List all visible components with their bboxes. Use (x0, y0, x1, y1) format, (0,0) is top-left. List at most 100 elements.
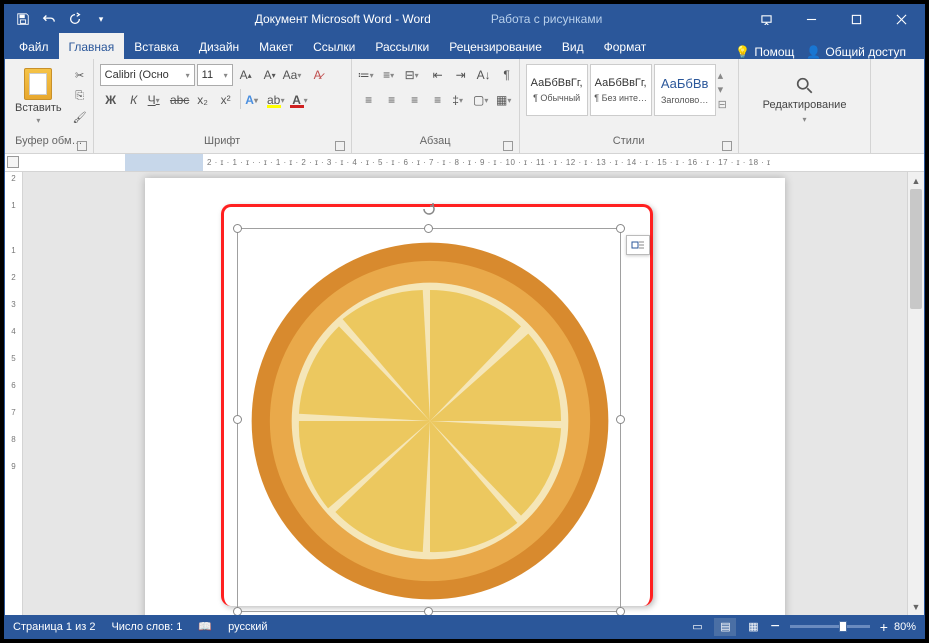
document-canvas[interactable] (23, 172, 907, 615)
page (145, 178, 785, 615)
zoom-slider[interactable] (790, 625, 870, 628)
sort-icon[interactable]: A↓ (473, 64, 495, 86)
handle-right[interactable] (616, 415, 625, 424)
share-button[interactable]: 👤Общий доступ (806, 45, 906, 59)
paste-button[interactable]: Вставить ▾ (9, 62, 68, 130)
minimize-icon[interactable] (789, 5, 834, 33)
cut-icon[interactable]: ✂ (71, 66, 89, 84)
person-icon: 👤 (806, 45, 821, 59)
document-title: Документ Microsoft Word - Word (255, 12, 431, 26)
tab-review[interactable]: Рецензирование (439, 33, 552, 59)
vertical-scrollbar[interactable]: ▲ ▼ (907, 172, 924, 615)
pilcrow-icon[interactable]: ¶ (496, 64, 518, 86)
tab-design[interactable]: Дизайн (189, 33, 249, 59)
picture-selection[interactable] (237, 228, 621, 612)
paragraph-dialog-icon[interactable] (503, 141, 513, 151)
window-controls (744, 5, 924, 33)
handle-left[interactable] (233, 415, 242, 424)
style-nospacing[interactable]: АаБбВвГг,¶ Без инте… (590, 64, 652, 116)
dedent-icon[interactable]: ⇤ (427, 64, 449, 86)
style-heading1[interactable]: АаБбВвЗаголово… (654, 64, 716, 116)
clear-format-icon[interactable]: A̷ (307, 64, 329, 86)
line-spacing-icon[interactable]: ‡▾ (450, 89, 472, 111)
redo-icon[interactable] (63, 7, 87, 31)
subscript-button[interactable]: x₂ (192, 89, 214, 111)
qat-more-icon[interactable]: ▾ (89, 7, 113, 31)
font-color-icon[interactable]: A▾ (290, 89, 312, 111)
handle-bottom-left[interactable] (233, 607, 242, 615)
scroll-thumb[interactable] (910, 189, 922, 309)
change-case-icon[interactable]: Aa▾ (283, 64, 305, 86)
layout-options-icon[interactable] (626, 235, 650, 255)
save-icon[interactable] (11, 7, 35, 31)
close-icon[interactable] (879, 5, 924, 33)
handle-top[interactable] (424, 224, 433, 233)
style-normal[interactable]: АаБбВвГг,¶ Обычный (526, 64, 588, 116)
tell-me-search[interactable]: 💡Помощ (735, 45, 794, 59)
find-button[interactable]: Редактирование ▾ (757, 66, 853, 134)
handle-bottom-right[interactable] (616, 607, 625, 615)
shrink-font-icon[interactable]: A▾ (259, 64, 281, 86)
web-layout-icon[interactable]: ▦ (742, 618, 764, 636)
tab-file[interactable]: Файл (9, 33, 59, 59)
language-indicator[interactable]: русский (228, 621, 267, 633)
shading-icon[interactable]: ▢▾ (473, 89, 495, 111)
tab-insert[interactable]: Вставка (124, 33, 189, 59)
align-left-icon[interactable]: ≡ (358, 89, 380, 111)
font-dialog-icon[interactable] (335, 141, 345, 151)
numbering-icon[interactable]: ≡▾ (381, 64, 403, 86)
text-effects-icon[interactable]: A▾ (244, 89, 266, 111)
clipboard-dialog-icon[interactable] (77, 141, 87, 151)
underline-button[interactable]: Ч▾ (146, 89, 168, 111)
tab-home[interactable]: Главная (59, 33, 125, 59)
handle-bottom[interactable] (424, 607, 433, 615)
zoom-out-button[interactable]: − (770, 618, 779, 636)
tab-mailings[interactable]: Рассылки (365, 33, 439, 59)
tab-view[interactable]: Вид (552, 33, 594, 59)
scroll-down-icon[interactable]: ▼ (908, 598, 924, 615)
align-center-icon[interactable]: ≡ (381, 89, 403, 111)
font-size-combo[interactable]: 11▾ (197, 64, 233, 86)
handle-top-left[interactable] (233, 224, 242, 233)
superscript-button[interactable]: x² (215, 89, 237, 111)
print-layout-icon[interactable]: ▤ (714, 618, 736, 636)
align-right-icon[interactable]: ≡ (404, 89, 426, 111)
handle-top-right[interactable] (616, 224, 625, 233)
justify-icon[interactable]: ≡ (427, 89, 449, 111)
indent-icon[interactable]: ⇥ (450, 64, 472, 86)
font-name-combo[interactable]: Calibri (Осно▾ (100, 64, 195, 86)
scroll-up-icon[interactable]: ▲ (908, 172, 924, 189)
ribbon-options-icon[interactable] (744, 5, 789, 33)
borders-icon[interactable]: ▦▾ (496, 89, 518, 111)
format-painter-icon[interactable]: 🖌 (71, 108, 89, 126)
tab-selector-icon[interactable] (7, 156, 19, 168)
tab-layout[interactable]: Макет (249, 33, 303, 59)
rotate-handle-icon[interactable] (421, 201, 437, 217)
maximize-icon[interactable] (834, 5, 879, 33)
zoom-level[interactable]: 80% (894, 621, 916, 633)
zoom-in-button[interactable]: + (880, 619, 888, 635)
italic-button[interactable]: К (123, 89, 145, 111)
styles-dialog-icon[interactable] (722, 141, 732, 151)
group-styles: АаБбВвГг,¶ Обычный АаБбВвГг,¶ Без инте… … (520, 59, 739, 153)
bullets-icon[interactable]: ≔▾ (358, 64, 380, 86)
tab-references[interactable]: Ссылки (303, 33, 365, 59)
strike-button[interactable]: abc (169, 89, 191, 111)
copy-icon[interactable]: ⎘ (71, 87, 89, 105)
styles-gallery-more[interactable]: ▴▾⊟ (718, 64, 732, 116)
undo-icon[interactable] (37, 7, 61, 31)
vertical-ruler[interactable]: 21123456789 (5, 172, 23, 615)
group-editing: Редактирование ▾ (739, 59, 872, 153)
word-count[interactable]: Число слов: 1 (111, 621, 182, 633)
horizontal-ruler[interactable]: 2 · ɪ · 1 · ɪ · · ɪ · 1 · ɪ · 2 · ɪ · 3 … (5, 154, 924, 172)
ruler-numbers: 2 · ɪ · 1 · ɪ · · ɪ · 1 · ɪ · 2 · ɪ · 3 … (203, 158, 771, 167)
tab-format[interactable]: Формат (594, 33, 657, 59)
multilevel-icon[interactable]: ⊟▾ (404, 64, 426, 86)
group-clipboard: Вставить ▾ ✂ ⎘ 🖌 Буфер обм… (5, 59, 94, 153)
grow-font-icon[interactable]: A▴ (235, 64, 257, 86)
spell-check-icon[interactable]: 📖 (198, 620, 212, 633)
page-indicator[interactable]: Страница 1 из 2 (13, 621, 95, 633)
highlight-icon[interactable]: ab▾ (267, 89, 289, 111)
bold-button[interactable]: Ж (100, 89, 122, 111)
read-mode-icon[interactable]: ▭ (686, 618, 708, 636)
